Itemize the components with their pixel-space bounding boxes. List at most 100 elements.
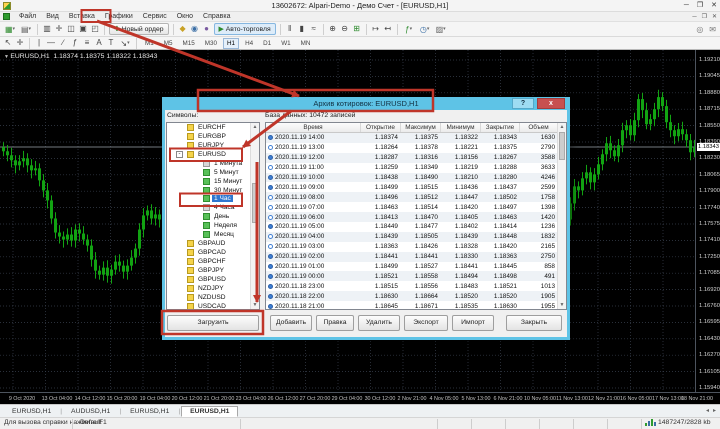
- close-button[interactable]: ✕: [711, 0, 717, 12]
- tree-item-30-Минут[interactable]: 30 Минут: [167, 186, 259, 195]
- expander-minus-icon[interactable]: -: [176, 151, 183, 158]
- zoom-out-icon[interactable]: ⊖: [339, 23, 351, 35]
- vertical-line-icon[interactable]: |: [33, 37, 45, 49]
- mdi-restore-button[interactable]: ❐: [702, 12, 707, 22]
- terminal-icon[interactable]: ▣: [77, 23, 89, 35]
- load-button[interactable]: Загрузить: [167, 315, 259, 331]
- timeframe-W1[interactable]: W1: [277, 38, 294, 49]
- tree-item-EURCHF[interactable]: EURCHF: [167, 123, 259, 132]
- tree-item-1-Час[interactable]: 1 Час: [167, 195, 259, 204]
- scroll-up-icon[interactable]: ▲: [558, 123, 566, 131]
- candlestick-chart-icon[interactable]: ▮: [296, 23, 308, 35]
- fibonacci-icon[interactable]: ƒ: [69, 37, 81, 49]
- tree-item-EURUSD[interactable]: -EURUSD: [167, 150, 259, 159]
- tree-item-EURGBP[interactable]: EURGBP: [167, 132, 259, 141]
- tab-scroll-right-icon[interactable]: ▸: [713, 407, 716, 414]
- profiles-icon[interactable]: ▤: [18, 23, 34, 35]
- search-icon[interactable]: ◎: [696, 22, 703, 37]
- horizontal-line-icon[interactable]: —: [45, 37, 57, 49]
- chart-tab-0[interactable]: EURUSD,H1: [4, 407, 59, 416]
- edit-button[interactable]: Правка: [316, 315, 354, 331]
- tab-scroll-left-icon[interactable]: ◂: [706, 407, 709, 414]
- text-icon[interactable]: A: [93, 37, 105, 49]
- delete-button[interactable]: Удалить: [358, 315, 400, 331]
- timeframe-H4[interactable]: H4: [241, 38, 257, 49]
- tree-item-День[interactable]: День: [167, 212, 259, 221]
- column-header-5[interactable]: Объем: [520, 123, 558, 132]
- column-header-0[interactable]: Время: [266, 123, 361, 132]
- tree-item-1-Минута[interactable]: 1 Минута: [167, 159, 259, 168]
- shapes-icon[interactable]: ↘: [117, 37, 133, 49]
- mdi-minimize-button[interactable]: ─: [692, 12, 696, 22]
- time-axis[interactable]: 9 Oct 202013 Oct 04:0014 Oct 12:0015 Oct…: [0, 392, 720, 404]
- trendline-icon[interactable]: ∕: [57, 37, 69, 49]
- timeframe-M15[interactable]: M15: [179, 38, 199, 49]
- table-row[interactable]: 2020.11.19 11:001.182591.183491.182191.1…: [266, 163, 566, 173]
- metaeditor-icon[interactable]: ◆: [177, 23, 189, 35]
- import-button[interactable]: Импорт: [452, 315, 494, 331]
- maximize-button[interactable]: ❐: [697, 0, 703, 12]
- market-watch-icon[interactable]: ▥: [41, 23, 53, 35]
- zoom-in-icon[interactable]: ⊕: [327, 23, 339, 35]
- table-row[interactable]: 2020.11.19 02:001.184411.184411.183301.1…: [266, 252, 566, 262]
- bars-chart-icon[interactable]: ‖: [284, 23, 296, 35]
- timeframe-M1[interactable]: M1: [141, 38, 158, 49]
- table-row[interactable]: 2020.11.19 01:001.184991.185271.184411.1…: [266, 262, 566, 272]
- autotrade-button[interactable]: ▶Авто-торговля: [214, 23, 276, 35]
- text-label-icon[interactable]: T: [105, 37, 117, 49]
- cursor-icon[interactable]: ↖: [2, 37, 14, 49]
- tree-item-Месяц[interactable]: Месяц: [167, 230, 259, 239]
- mdi-close-button[interactable]: ✕: [712, 12, 717, 22]
- tree-item-GBPAUD[interactable]: GBPAUD: [167, 239, 259, 248]
- tree-item-NZDJPY[interactable]: NZDJPY: [167, 284, 259, 293]
- menu-item-charts[interactable]: Графики: [100, 12, 138, 22]
- table-row[interactable]: 2020.11.19 10:001.184381.184901.182101.1…: [266, 173, 566, 183]
- export-button[interactable]: Экспорт: [404, 315, 448, 331]
- minimize-button[interactable]: ─: [684, 0, 689, 12]
- scroll-down-icon[interactable]: ▼: [558, 301, 566, 309]
- tree-item-GBPCAD[interactable]: GBPCAD: [167, 248, 259, 257]
- tree-item-Неделя[interactable]: Неделя: [167, 221, 259, 230]
- feedback-icon[interactable]: ✉: [709, 22, 716, 37]
- table-row[interactable]: 2020.11.19 14:001.183741.183751.183221.1…: [266, 133, 566, 143]
- timeframe-M30[interactable]: M30: [201, 38, 221, 49]
- column-header-4[interactable]: Закрытие: [481, 123, 520, 132]
- table-row[interactable]: 2020.11.18 23:001.185151.185561.184831.1…: [266, 281, 566, 291]
- table-row[interactable]: 2020.11.19 04:001.184391.185051.184391.1…: [266, 232, 566, 242]
- chart-tab-2[interactable]: EURUSD,H1: [122, 407, 177, 416]
- tree-item-NZDUSD[interactable]: NZDUSD: [167, 293, 259, 302]
- tree-item-GBPJPY[interactable]: GBPJPY: [167, 266, 259, 275]
- market-icon[interactable]: ●: [201, 23, 213, 35]
- table-row[interactable]: 2020.11.18 22:001.186301.186641.185201.1…: [266, 291, 566, 301]
- table-row[interactable]: 2020.11.19 12:001.182871.183161.181561.1…: [266, 153, 566, 163]
- table-row[interactable]: 2020.11.19 07:001.184631.185141.184201.1…: [266, 202, 566, 212]
- tree-item-4-Часа[interactable]: 4 Часа: [167, 203, 259, 212]
- column-header-2[interactable]: Максимум: [401, 123, 441, 132]
- strategy-tester-icon[interactable]: ◰: [89, 23, 101, 35]
- table-row[interactable]: 2020.11.19 08:001.184961.185121.184471.1…: [266, 192, 566, 202]
- line-chart-icon[interactable]: ≈: [308, 23, 320, 35]
- menu-item-file[interactable]: Файл: [14, 12, 41, 22]
- dialog-help-button[interactable]: ?: [512, 98, 534, 109]
- timeframe-M5[interactable]: M5: [160, 38, 177, 49]
- table-row[interactable]: 2020.11.18 21:001.186451.186711.185351.1…: [266, 301, 566, 310]
- table-row[interactable]: 2020.11.19 13:001.182641.183781.182211.1…: [266, 143, 566, 153]
- status-profile[interactable]: Default: [80, 419, 102, 426]
- menu-item-window[interactable]: Окно: [172, 12, 198, 22]
- menu-item-service[interactable]: Сервис: [138, 12, 172, 22]
- crosshair-icon[interactable]: ✛: [14, 37, 26, 49]
- tree-item-15-Минут[interactable]: 15 Минут: [167, 177, 259, 186]
- timeframe-D1[interactable]: D1: [259, 38, 275, 49]
- table-row[interactable]: 2020.11.19 00:001.185211.185581.184941.1…: [266, 271, 566, 281]
- timeframe-MN[interactable]: MN: [297, 38, 315, 49]
- templates-icon[interactable]: ▨: [433, 23, 449, 35]
- tree-item-USDCAD[interactable]: USDCAD: [167, 302, 259, 310]
- chart-tab-1[interactable]: AUDUSD,H1: [63, 407, 118, 416]
- chart-tab-3[interactable]: EURUSD,H1: [181, 406, 238, 417]
- mql5-community-icon[interactable]: ◉: [189, 23, 201, 35]
- timeframe-H1[interactable]: H1: [223, 38, 239, 49]
- table-row[interactable]: 2020.11.19 06:001.184131.184701.184051.1…: [266, 212, 566, 222]
- table-scrollbar[interactable]: ▲ ▼: [557, 123, 566, 309]
- tile-windows-icon[interactable]: ⊞: [351, 23, 363, 35]
- navigator-icon[interactable]: ◫: [65, 23, 77, 35]
